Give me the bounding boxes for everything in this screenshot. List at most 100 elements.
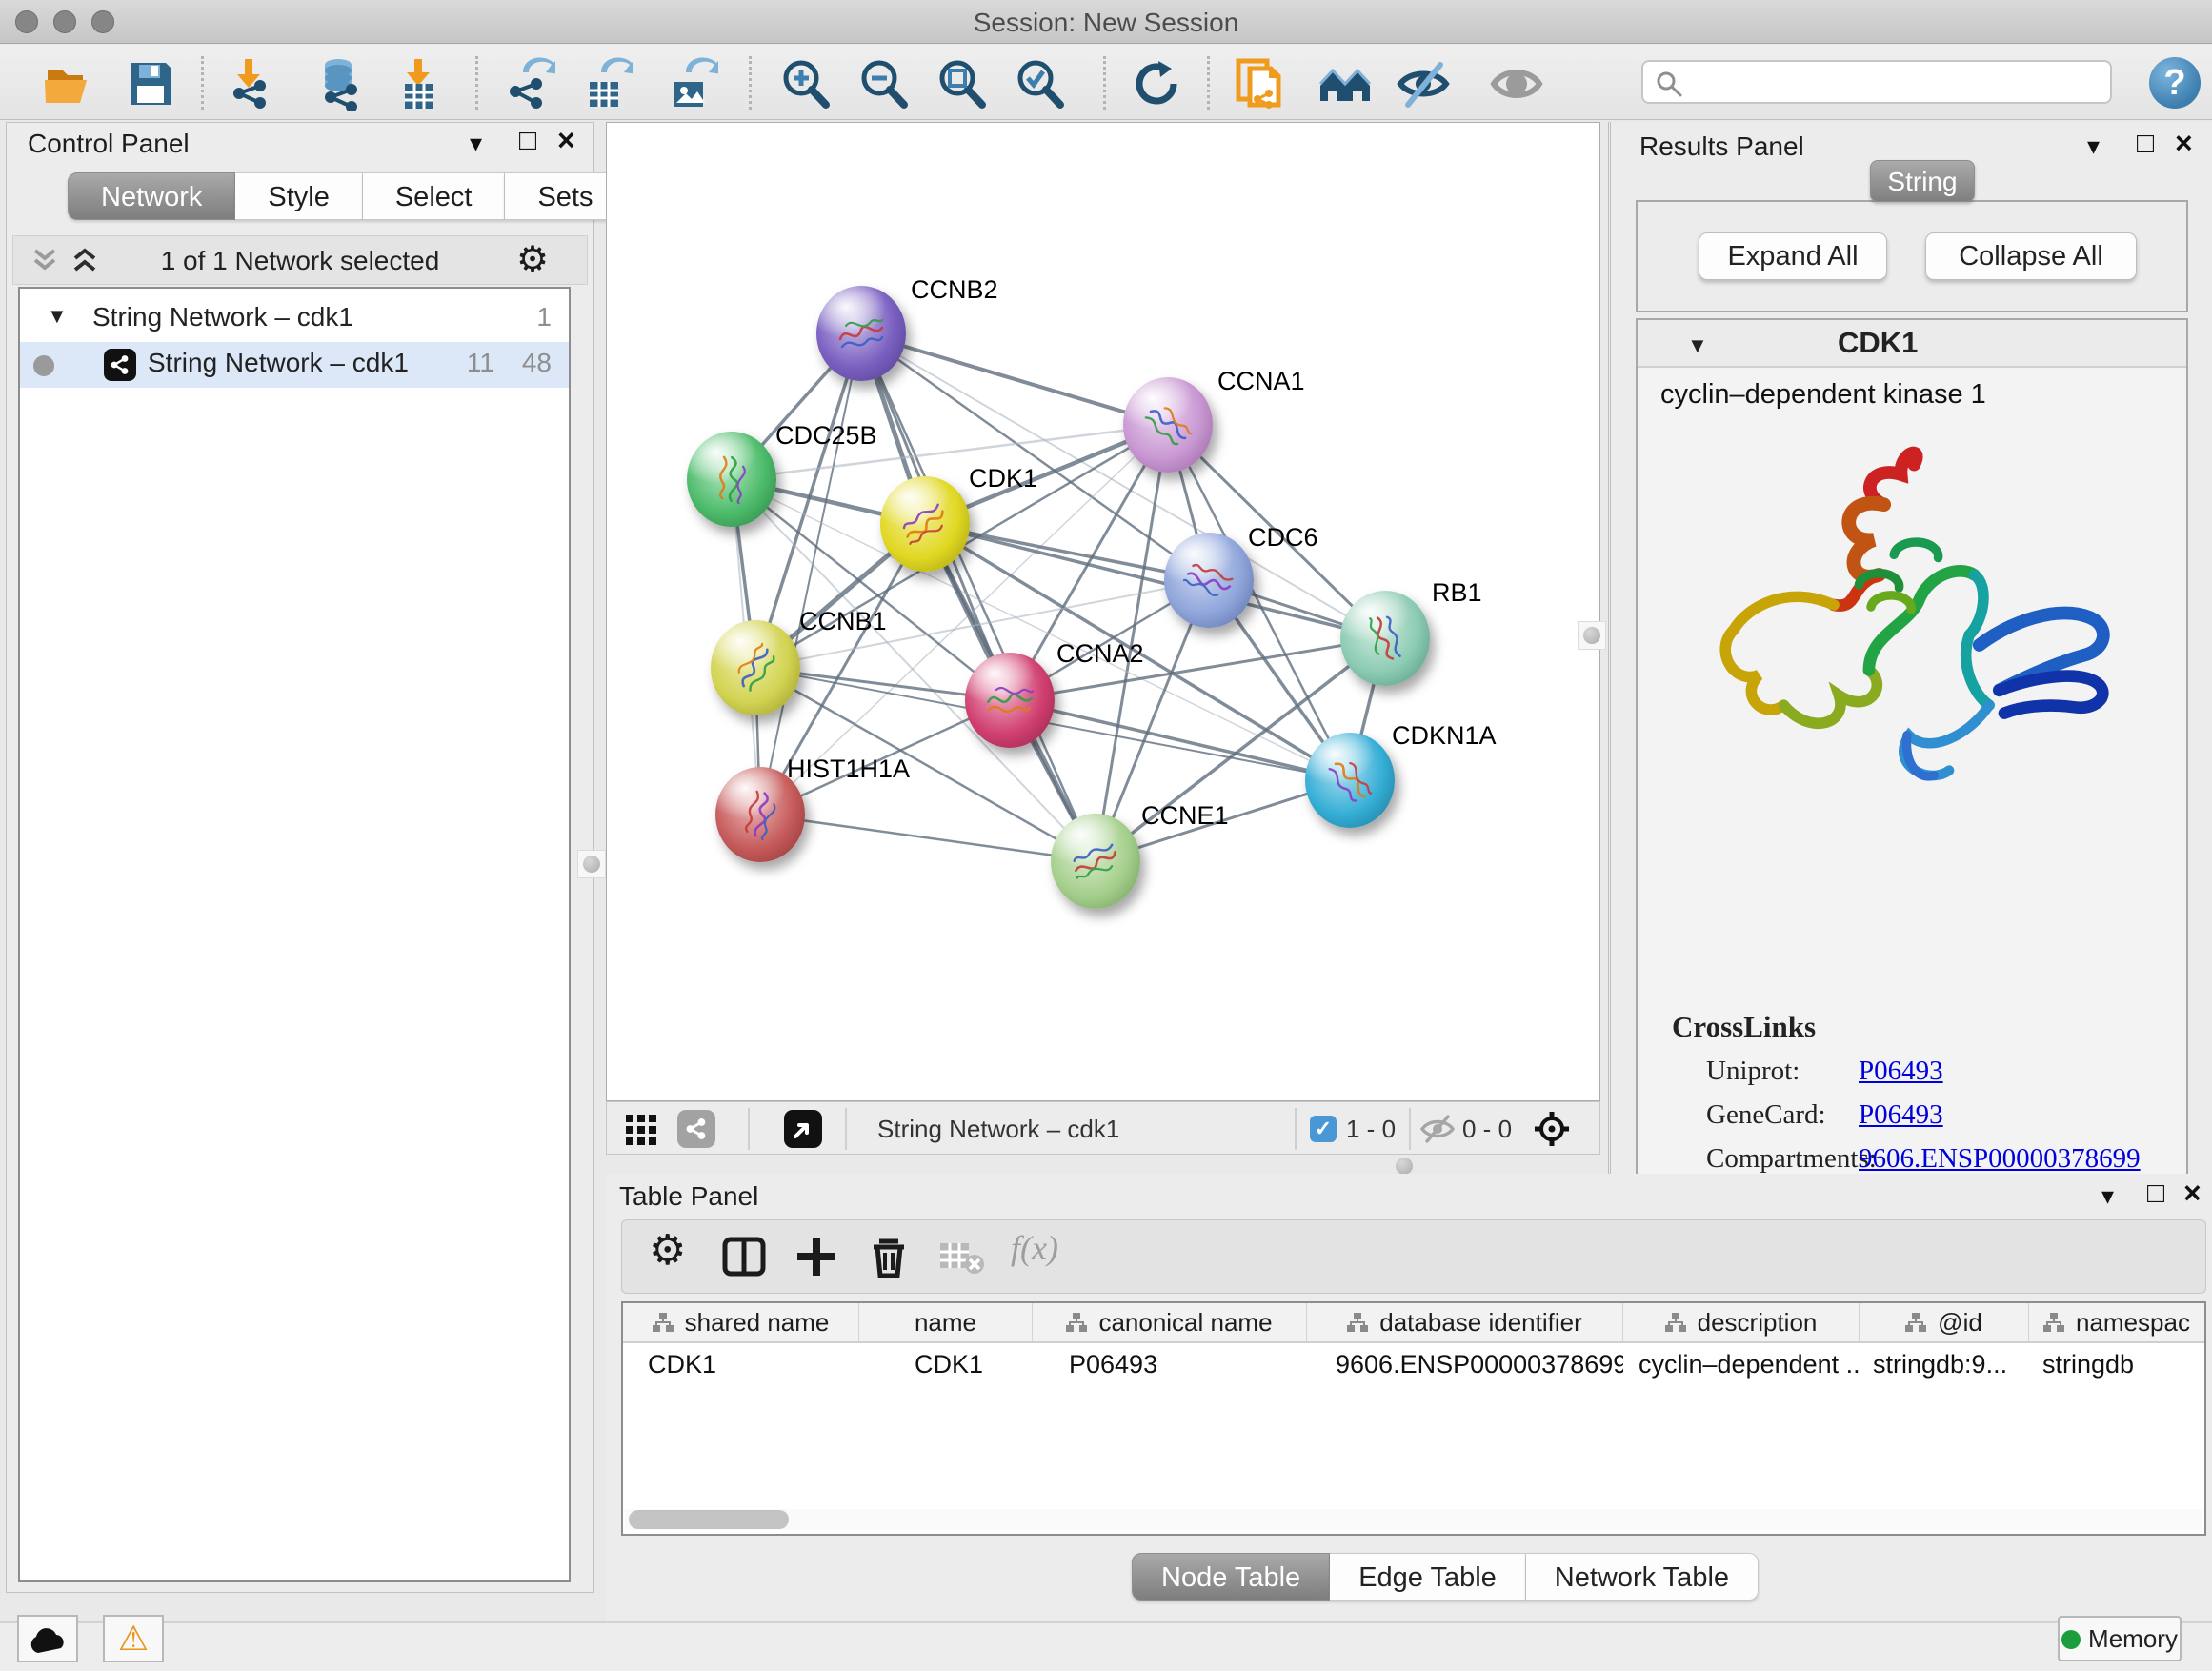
panel-close-icon[interactable]: × [2175,126,2193,161]
network-node-CDC25B[interactable] [687,432,776,527]
column-header-namespace[interactable]: namespac [2029,1303,2204,1341]
node-label-CCNA1: CCNA1 [1217,367,1305,396]
tab-network[interactable]: Network [68,172,235,220]
gene-section-header[interactable]: ▼ CDK1 [1638,320,2186,368]
show-all-icon[interactable] [1490,57,1543,111]
table-row[interactable]: CDK1 CDK1 P06493 9606.ENSP00000378699 cy… [623,1343,2204,1385]
function-builder-icon[interactable]: f(x) [1011,1228,1058,1268]
hidden-eye-icon[interactable] [1420,1115,1455,1143]
memory-button[interactable]: Memory [2058,1616,2182,1661]
network-node-CDKN1A[interactable] [1305,733,1395,828]
cell-description[interactable]: cyclin–dependent ... [1623,1343,1860,1385]
column-header-database-identifier[interactable]: database identifier [1307,1303,1623,1341]
table-settings-gear-icon[interactable]: ⚙ [649,1226,686,1275]
import-network-from-database-icon[interactable] [313,57,367,111]
collapse-all-button[interactable]: Collapse All [1925,232,2137,280]
tab-select[interactable]: Select [363,172,506,220]
fit-crosshair-icon[interactable] [1533,1110,1571,1148]
save-session-icon[interactable] [124,57,177,111]
scrollbar-thumb[interactable] [629,1510,789,1529]
tab-network-table[interactable]: Network Table [1526,1553,1759,1601]
cell-database-identifier[interactable]: 9606.ENSP00000378699 [1307,1343,1623,1385]
network-node-CCNB1[interactable] [711,620,800,715]
network-badge-icon[interactable] [677,1110,715,1148]
panel-menu-icon[interactable]: ▾ [2087,131,2100,161]
panel-menu-icon[interactable]: ▾ [2101,1181,2114,1211]
network-node-CCNB2[interactable] [816,286,906,381]
cell-id[interactable]: stringdb:9... [1860,1343,2029,1385]
column-header-shared-name[interactable]: shared name [623,1303,859,1341]
column-header-name[interactable]: name [859,1303,1033,1341]
cell-name[interactable]: CDK1 [859,1343,1033,1385]
network-options-gear-icon[interactable]: ⚙ [516,238,549,281]
panel-float-icon[interactable]: □ [2137,128,2154,160]
selected-checkbox-icon[interactable]: ✓ [1310,1116,1337,1142]
first-neighbors-icon[interactable] [1318,57,1372,111]
tab-style[interactable]: Style [235,172,362,220]
zoom-selected-icon[interactable] [1013,57,1066,111]
column-header-id[interactable]: @id [1860,1303,2029,1341]
search-input[interactable] [1693,66,2102,98]
show-columns-icon[interactable] [721,1234,767,1279]
toolbar-separator [475,56,478,110]
tree-expander-icon[interactable]: ▼ [47,304,68,329]
separator [845,1108,847,1150]
network-canvas[interactable]: CCNB2CCNA1CDC25BCDK1CDC6RB1CCNB1CCNA2CDK… [606,122,1600,1101]
cloud-button[interactable] [17,1615,78,1662]
panel-menu-icon[interactable]: ▾ [470,129,482,158]
birdseye-view-icon[interactable] [784,1110,822,1148]
control-panel: Control Panel ▾ □ × Network Style Select… [6,122,594,1593]
refresh-icon[interactable] [1130,57,1183,111]
new-network-from-selection-icon[interactable] [1235,57,1288,111]
control-panel-tabs: Network Style Select Sets [68,172,626,220]
warning-button[interactable]: ⚠ [103,1615,164,1662]
table-horizontal-scrollbar[interactable] [625,1509,2202,1530]
network-node-CCNA1[interactable] [1123,377,1213,473]
add-column-icon[interactable] [794,1234,839,1279]
zoom-fit-icon[interactable] [935,57,988,111]
grid-view-icon[interactable] [626,1115,658,1145]
zoom-in-icon[interactable] [778,57,832,111]
network-node-CDC6[interactable] [1164,533,1254,628]
cell-canonical-name[interactable]: P06493 [1033,1343,1307,1385]
delete-table-icon[interactable] [938,1234,986,1279]
network-row-selected[interactable]: String Network – cdk1 11 48 [20,342,569,388]
panel-close-icon[interactable]: × [557,123,575,158]
column-header-description[interactable]: description [1623,1303,1860,1341]
panel-close-icon[interactable]: × [2183,1176,2202,1211]
column-header-canonical-name[interactable]: canonical name [1033,1303,1307,1341]
zoom-out-icon[interactable] [856,57,910,111]
network-node-CCNE1[interactable] [1051,814,1140,909]
gene-expander-icon[interactable]: ▼ [1687,333,1708,358]
export-table-icon[interactable] [580,57,633,111]
export-image-icon[interactable] [665,57,718,111]
network-node-RB1[interactable] [1340,591,1430,686]
network-view-title: String Network – cdk1 [877,1115,1119,1144]
panel-float-icon[interactable]: □ [2147,1178,2164,1210]
crosslink-label: Uniprot: [1706,1056,1800,1086]
network-collection-row[interactable]: ▼ String Network – cdk1 1 [20,296,569,342]
crosslink-value[interactable]: 9606.ENSP00000378699 [1859,1143,2141,1175]
network-node-CCNA2[interactable] [965,653,1055,748]
import-network-icon[interactable] [222,57,275,111]
crosslink-value[interactable]: P06493 [1859,1099,1943,1131]
network-node-CDK1[interactable] [880,476,970,572]
export-network-icon[interactable] [502,57,555,111]
hide-selected-icon[interactable] [1397,57,1450,111]
tab-node-table[interactable]: Node Table [1132,1553,1330,1601]
cell-namespace[interactable]: stringdb [2029,1343,2204,1385]
right-splitter-handle[interactable] [1578,621,1606,650]
panel-float-icon[interactable]: □ [519,125,536,157]
left-splitter-handle[interactable] [577,850,606,878]
open-session-icon[interactable] [42,57,95,111]
help-button[interactable]: ? [2149,57,2201,109]
import-table-icon[interactable] [392,57,445,111]
tab-string[interactable]: String [1870,160,1975,202]
crosslink-value[interactable]: P06493 [1859,1056,1943,1087]
delete-column-icon[interactable] [866,1234,912,1279]
crosslink-row: Compartments: 9606.ENSP00000378699 [1706,1143,1877,1175]
cell-shared-name[interactable]: CDK1 [623,1343,859,1385]
expand-all-button[interactable]: Expand All [1699,232,1887,280]
tab-edge-table[interactable]: Edge Table [1330,1553,1526,1601]
results-button-bar: Expand All Collapse All [1636,200,2188,312]
